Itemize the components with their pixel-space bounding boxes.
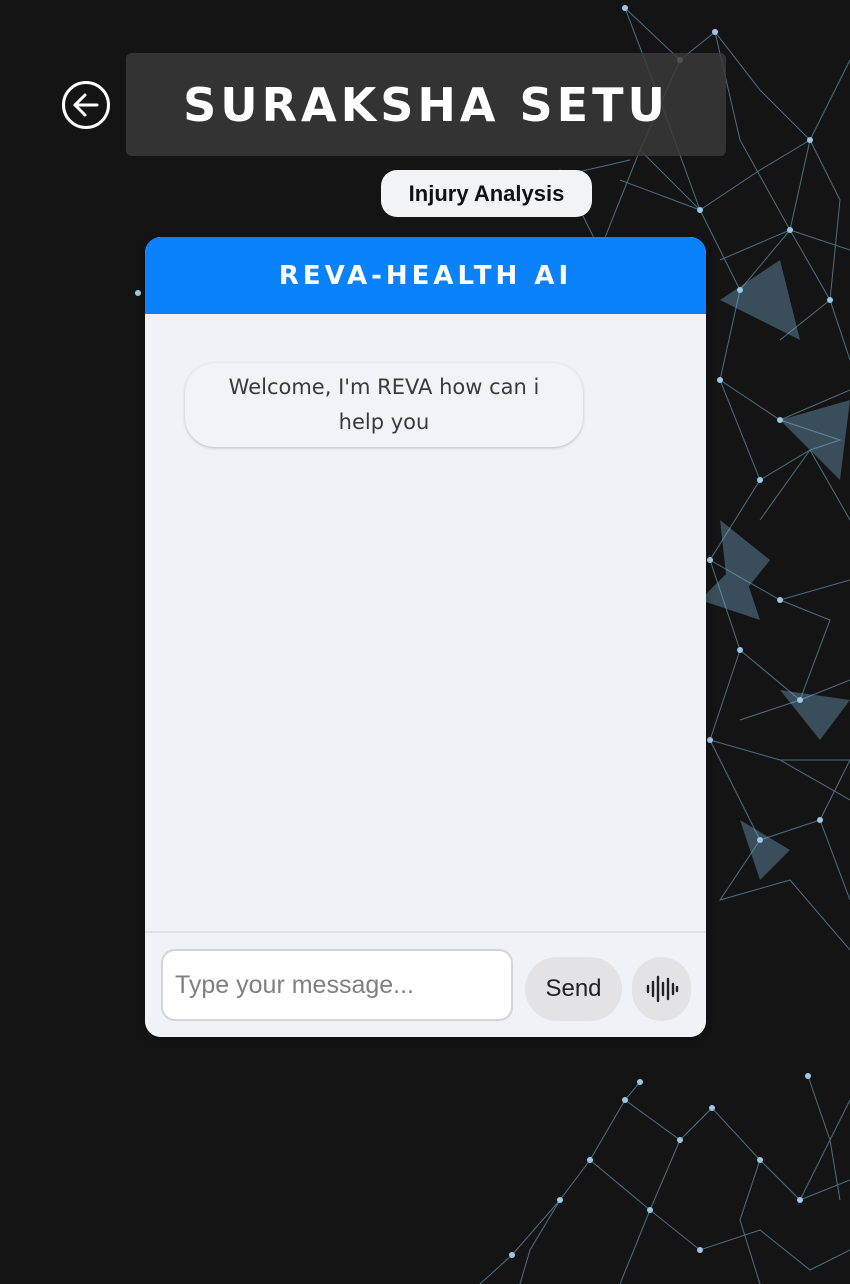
arrow-left-circle-icon [62, 81, 110, 129]
message-input[interactable] [161, 949, 513, 1021]
message-list: Welcome, I'm REVA how can i help you [145, 314, 706, 931]
chat-panel: REVA-HEALTH AI Welcome, I'm REVA how can… [145, 237, 706, 1037]
injury-analysis-button[interactable]: Injury Analysis [381, 170, 592, 217]
voice-input-button[interactable] [632, 957, 691, 1021]
send-button[interactable]: Send [525, 957, 622, 1021]
chat-header: REVA-HEALTH AI [145, 237, 706, 314]
message-text: Welcome, I'm REVA how can i help you [228, 375, 540, 434]
app-title-bar: SURAKSHA SETU [126, 53, 726, 156]
app-title: SURAKSHA SETU [183, 77, 669, 132]
bot-message: Welcome, I'm REVA how can i help you [185, 363, 583, 447]
chat-header-title: REVA-HEALTH AI [278, 260, 573, 291]
page: SURAKSHA SETU Injury Analysis REVA-HEALT… [0, 0, 850, 1284]
back-button[interactable] [61, 80, 111, 130]
message-composer: Send [145, 931, 706, 1037]
audio-waveform-icon [646, 975, 678, 1003]
